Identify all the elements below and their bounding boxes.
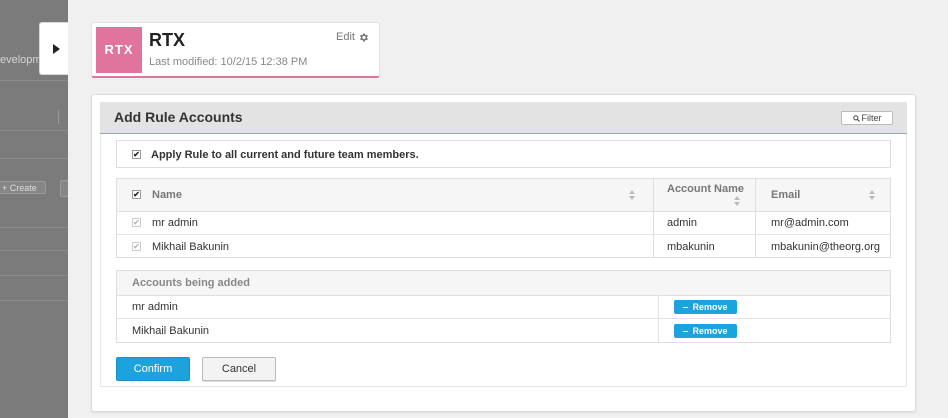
row-account: admin — [667, 217, 697, 229]
accounts-table: ✔ Name Account Name Email ✔ mr admin adm… — [116, 178, 891, 258]
sort-icon[interactable] — [629, 190, 635, 200]
edit-label: Edit — [336, 31, 355, 43]
filter-label: Filter — [861, 113, 882, 123]
row-name: mr admin — [152, 217, 198, 229]
accounts-being-added-header: Accounts being added — [117, 271, 890, 296]
list-item: mr admin Remove — [117, 295, 890, 319]
sort-icon[interactable] — [869, 190, 875, 200]
remove-button[interactable]: Remove — [674, 300, 737, 314]
list-item: Mikhail Bakunin Remove — [117, 319, 890, 343]
apply-all-checkbox[interactable]: ✔ — [132, 150, 141, 159]
row-account: mbakunin — [667, 241, 715, 253]
sidebar-divider — [0, 275, 68, 276]
sidebar-divider — [0, 250, 68, 251]
edit-button[interactable]: Edit — [336, 31, 369, 43]
added-account-name: Mikhail Bakunin — [132, 325, 210, 337]
row-checkbox[interactable]: ✔ — [132, 242, 141, 251]
apply-all-row: ✔ Apply Rule to all current and future t… — [116, 140, 891, 168]
sidebar-create-button[interactable]: + Create — [0, 181, 46, 194]
sidebar-divider — [0, 227, 68, 228]
apply-all-label: Apply Rule to all current and future tea… — [151, 149, 419, 161]
sidebar-partial-text[interactable]: evelopm — [0, 54, 42, 66]
column-header-name[interactable]: Name — [152, 189, 182, 201]
filter-button[interactable]: Filter — [841, 111, 893, 125]
table-row[interactable]: ✔ Mikhail Bakunin mbakunin mbakunin@theo… — [117, 235, 890, 259]
minus-icon — [683, 307, 689, 309]
added-account-name: mr admin — [132, 301, 178, 313]
remove-button[interactable]: Remove — [674, 324, 737, 338]
confirm-button[interactable]: Confirm — [116, 357, 190, 381]
rule-header-card: RTX RTX Last modified: 10/2/15 12:38 PM … — [91, 22, 380, 78]
sidebar-divider — [0, 130, 68, 131]
column-header-email[interactable]: Email — [771, 189, 800, 201]
accounts-table-header: ✔ Name Account Name Email — [117, 179, 890, 212]
column-divider — [658, 319, 659, 343]
select-all-checkbox[interactable]: ✔ — [132, 190, 141, 199]
row-name: Mikhail Bakunin — [152, 241, 230, 253]
sidebar-divider — [0, 300, 68, 301]
row-email: mbakunin@theorg.org — [771, 241, 881, 253]
sidebar-secondary-button[interactable] — [60, 180, 68, 197]
sidebar-divider — [0, 158, 68, 159]
row-checkbox[interactable]: ✔ — [132, 218, 141, 227]
remove-label: Remove — [692, 326, 728, 336]
search-icon — [852, 115, 860, 122]
sidebar-nub — [58, 110, 68, 124]
column-header-account[interactable]: Account Name — [667, 183, 744, 195]
page-title: RTX — [149, 30, 185, 50]
sidebar-divider — [0, 80, 68, 81]
rule-logo: RTX — [96, 27, 142, 73]
cancel-button[interactable]: Cancel — [202, 357, 276, 381]
panel-header: Add Rule Accounts Filter — [100, 102, 907, 134]
column-divider — [658, 295, 659, 319]
sort-icon[interactable] — [734, 196, 740, 206]
row-email: mr@admin.com — [771, 217, 849, 229]
remove-label: Remove — [692, 302, 728, 312]
accounts-being-added-table: Accounts being added mr admin Remove Mik… — [116, 270, 891, 343]
table-row[interactable]: ✔ mr admin admin mr@admin.com — [117, 211, 890, 235]
accounts-being-added-title: Accounts being added — [132, 277, 250, 289]
sidebar-toggle-button[interactable] — [39, 22, 68, 75]
panel-title: Add Rule Accounts — [114, 109, 243, 125]
add-rule-accounts-panel: Add Rule Accounts Filter ✔ Apply Rule to… — [91, 94, 916, 412]
gear-icon — [360, 32, 368, 42]
last-modified-text: Last modified: 10/2/15 12:38 PM — [149, 56, 308, 68]
minus-icon — [683, 331, 689, 333]
play-arrow-icon — [53, 44, 60, 54]
